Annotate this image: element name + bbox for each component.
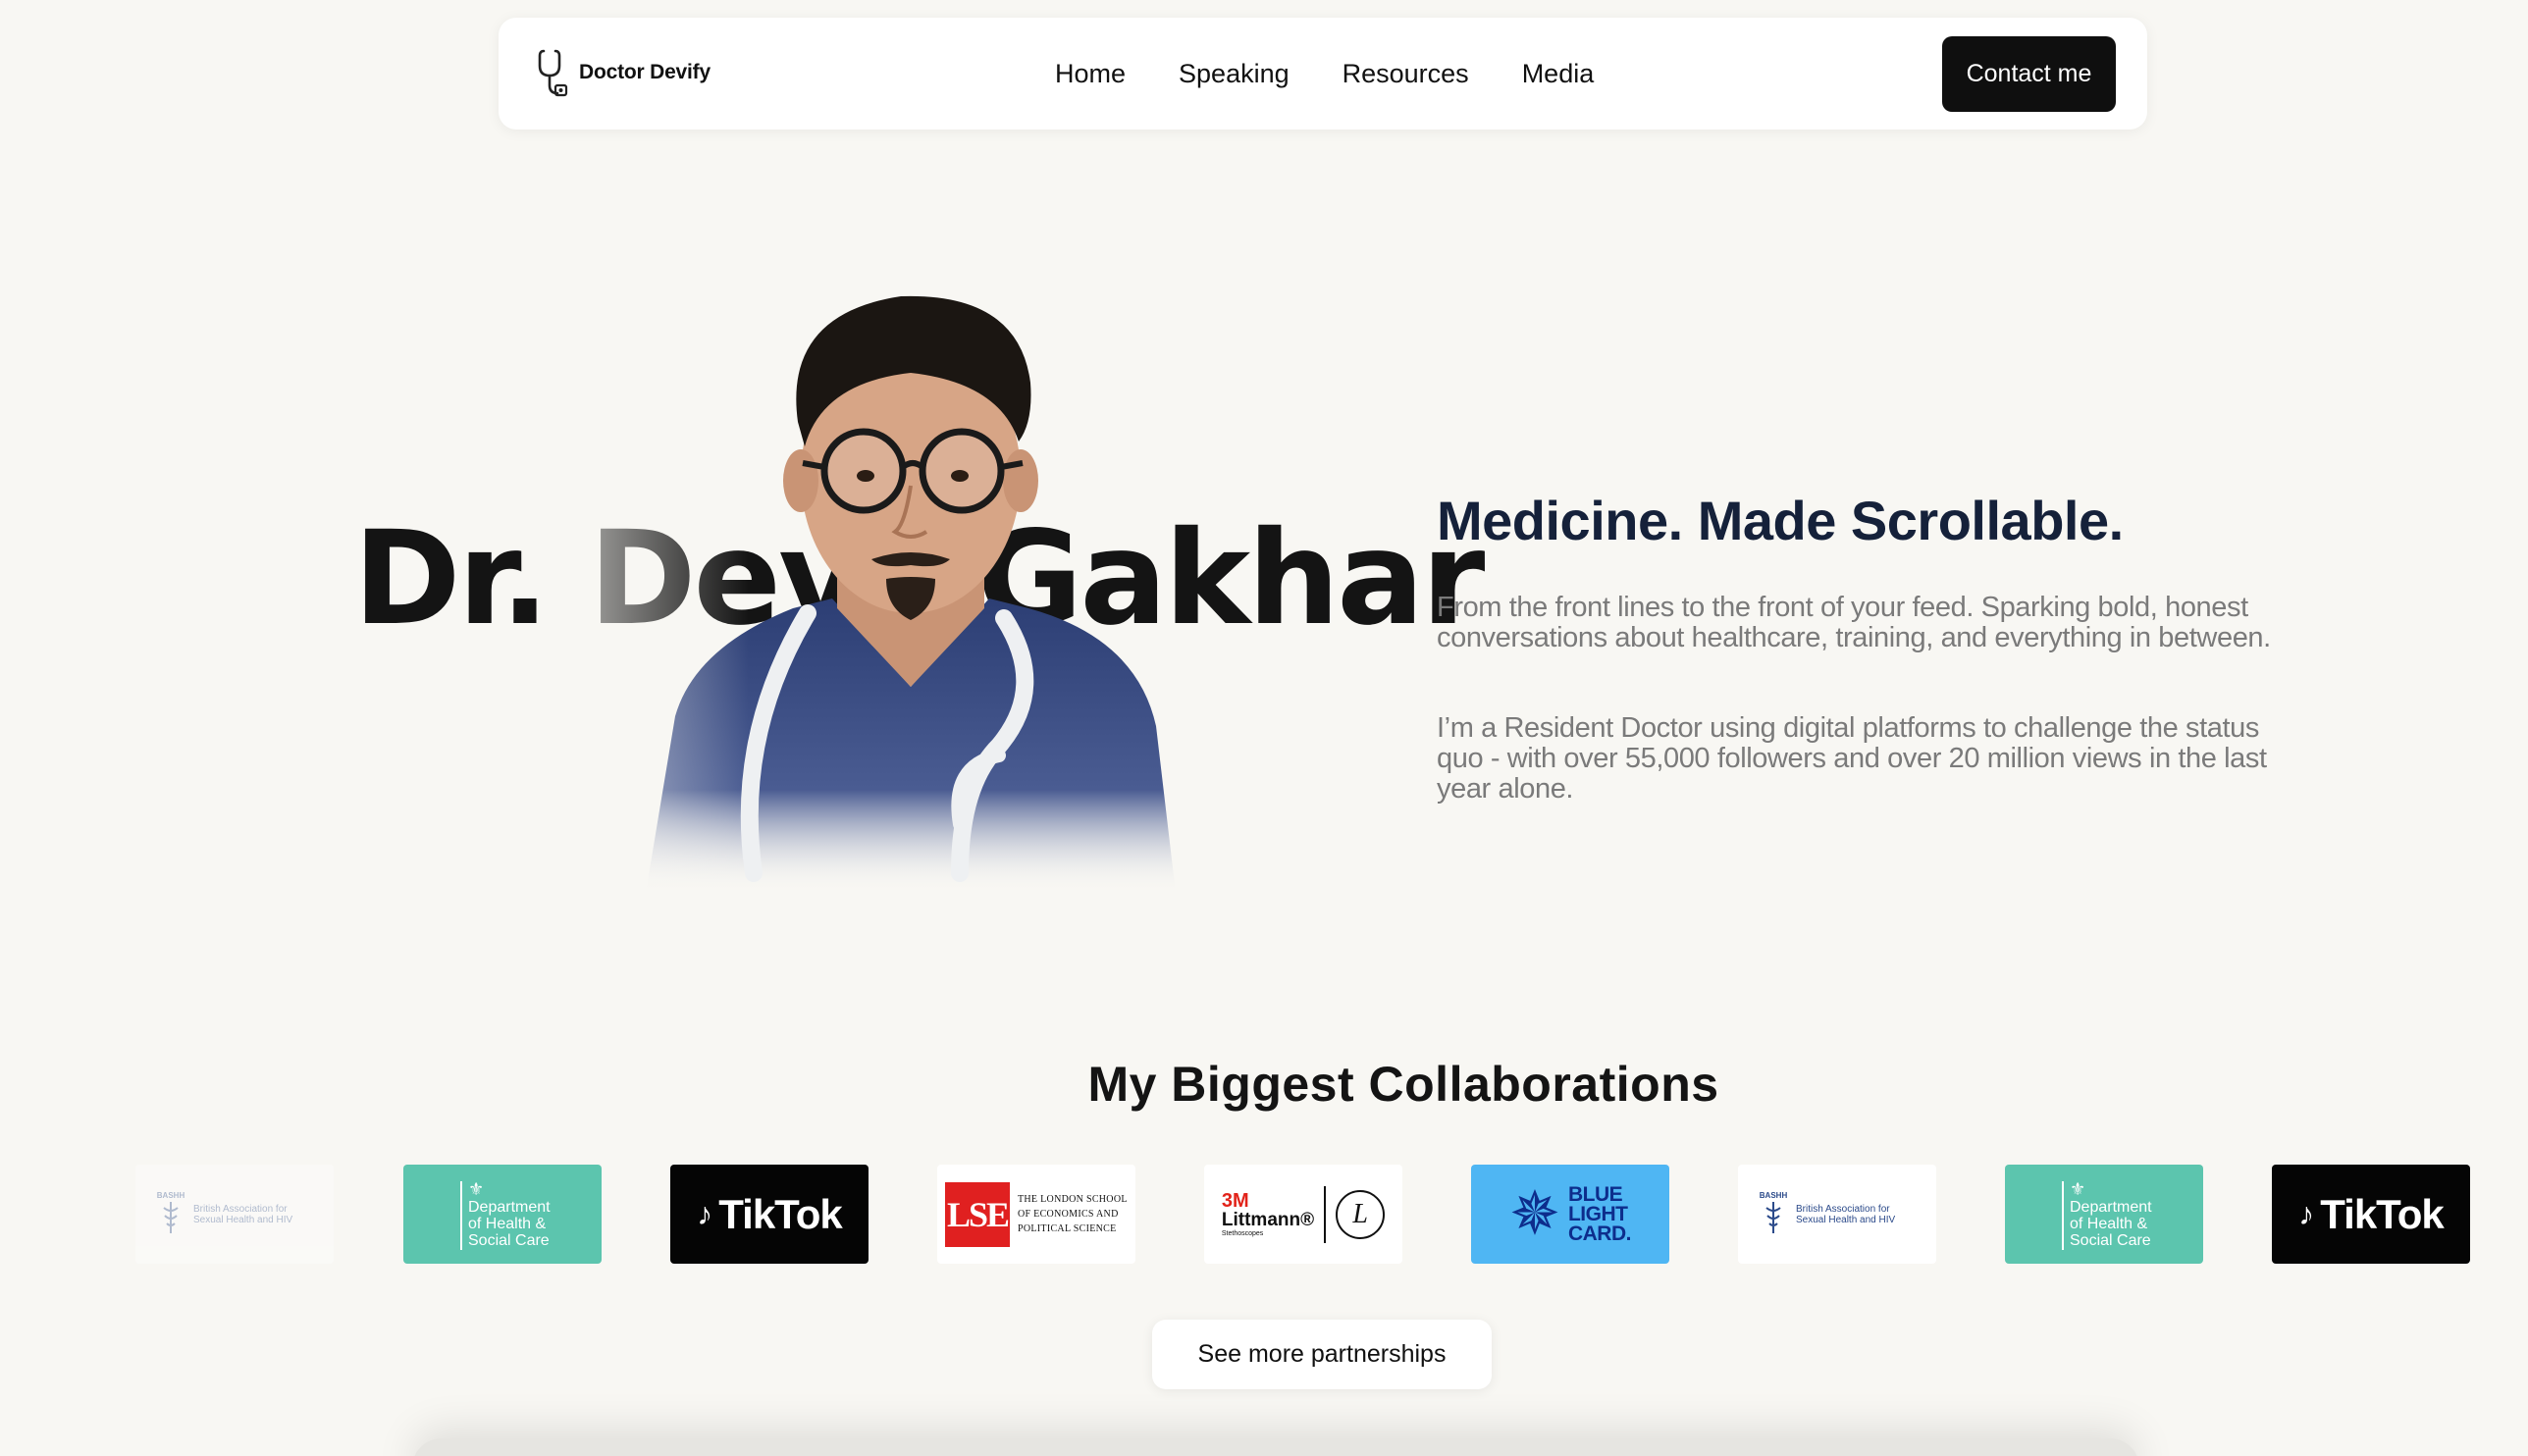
hero-paragraph-bio: I’m a Resident Doctor using digital plat…	[1437, 712, 2267, 805]
stethoscope-icon	[538, 49, 568, 97]
nav-home-link[interactable]: Home	[1055, 59, 1126, 89]
logo-dhsc: ⚜ Department of Health & Social Care	[403, 1165, 602, 1264]
nav-media-link[interactable]: Media	[1522, 59, 1595, 89]
blc-line-1: BLUE	[1567, 1182, 1623, 1206]
bashh-acronym: BASHH	[1759, 1190, 1788, 1200]
blc-line-3: CARD.	[1567, 1222, 1632, 1245]
tiktok-note-icon: ♪	[697, 1196, 713, 1231]
3m-mark: 3M	[1221, 1190, 1249, 1212]
logo-blue-light-card: ✵ BLUE LIGHT CARD.	[1471, 1165, 1669, 1264]
logo-tiktok: ♪ TikTok	[670, 1165, 869, 1264]
top-navbar: Doctor Devify Home Speaking Resources Me…	[499, 18, 2147, 130]
dhsc-line-3: Social Care	[468, 1231, 550, 1249]
bashh-caduceus-icon: BASHH	[156, 1190, 185, 1238]
brand-name: Doctor Devify	[579, 61, 711, 83]
doctor-portrait	[587, 275, 1235, 893]
nav-resources-link[interactable]: Resources	[1343, 59, 1469, 89]
lse-mark: LSE	[945, 1181, 1010, 1247]
lse-line-1: THE LONDON SCHOOL	[1018, 1194, 1128, 1205]
logo-littmann: 3M Littmann® Stethoscopes L	[1204, 1165, 1402, 1264]
littmann-divider	[1324, 1185, 1327, 1243]
bashh-acronym: BASHH	[156, 1190, 185, 1200]
littmann-seal-icon: L	[1336, 1189, 1386, 1239]
dhsc-line-3: Social Care	[2070, 1231, 2151, 1249]
littmann-wordmark: Littmann®	[1221, 1210, 1315, 1230]
tiktok-wordmark: TikTok	[718, 1190, 842, 1237]
bashh-name: British Association for Sexual Health an…	[193, 1203, 293, 1225]
lse-line-2: OF ECONOMICS AND	[1018, 1209, 1119, 1220]
contact-me-button[interactable]: Contact me	[1942, 36, 2116, 112]
logo-tiktok: ♪ TikTok	[2272, 1165, 2470, 1264]
blc-line-2: LIGHT	[1567, 1202, 1628, 1225]
see-more-partnerships-button[interactable]: See more partnerships	[1152, 1320, 1492, 1389]
star-of-life-icon: ✵	[1509, 1179, 1560, 1248]
hero-tagline: Medicine. Made Scrollable.	[1437, 490, 2124, 551]
hero-paragraph-intro: From the front lines to the front of you…	[1437, 592, 2271, 653]
nav-links: Home Speaking Resources Media	[1055, 18, 1594, 130]
dhsc-divider	[460, 1180, 462, 1250]
royal-crest-icon: ⚜	[468, 1178, 485, 1199]
brand-logo[interactable]: Doctor Devify	[536, 47, 711, 98]
collaborations-title: My Biggest Collaborations	[1087, 1057, 1719, 1112]
dhsc-line-1: Department	[468, 1198, 551, 1216]
tiktok-note-icon: ♪	[2298, 1196, 2315, 1231]
next-section-preview	[412, 1438, 2139, 1456]
logo-bashh: BASHH British Association for Sexual Hea…	[1738, 1165, 1936, 1264]
royal-crest-icon: ⚜	[2070, 1178, 2086, 1199]
littmann-subtitle: Stethoscopes	[1221, 1230, 1264, 1237]
logo-bashh: BASHH British Association for Sexual Hea…	[135, 1165, 334, 1264]
tiktok-wordmark: TikTok	[2320, 1190, 2444, 1237]
logo-lse: LSE THE LONDON SCHOOL OF ECONOMICS AND P…	[937, 1165, 1135, 1264]
dhsc-line-1: Department	[2070, 1198, 2152, 1216]
nav-speaking-link[interactable]: Speaking	[1179, 59, 1290, 89]
bashh-caduceus-icon: BASHH	[1759, 1190, 1788, 1238]
dhsc-line-2: of Health &	[468, 1215, 547, 1232]
lse-line-3: POLITICAL SCIENCE	[1018, 1223, 1117, 1234]
dhsc-line-2: of Health &	[2070, 1215, 2148, 1232]
bashh-name: British Association for Sexual Health an…	[1796, 1203, 1896, 1225]
dhsc-divider	[2062, 1180, 2064, 1250]
logo-dhsc: ⚜ Department of Health & Social Care	[2005, 1165, 2203, 1264]
